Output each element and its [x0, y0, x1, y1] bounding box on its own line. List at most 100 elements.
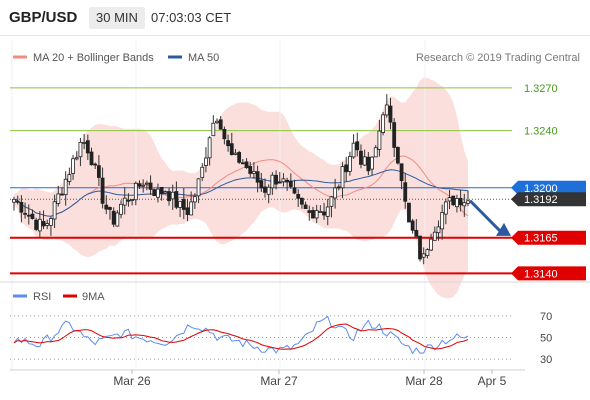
candle-body-down	[303, 204, 308, 210]
candle-body-down	[126, 199, 131, 202]
candle-body-down	[403, 182, 408, 202]
candle-body-down	[311, 210, 315, 219]
candle-body-up	[466, 200, 470, 204]
rsi-tick-label: 70	[540, 311, 552, 323]
candle-body-down	[388, 105, 393, 123]
candle-body-down	[395, 146, 400, 164]
candle-body-down	[148, 182, 153, 190]
x-axis: Mar 26 Mar 27 Mar 28 Apr 5	[113, 370, 507, 388]
candle	[152, 188, 157, 197]
candle-body-down	[300, 197, 304, 205]
candle-body-down	[100, 177, 105, 204]
candle	[395, 146, 400, 165]
candle-body-up	[192, 196, 197, 203]
support-label: 1.3165	[524, 233, 558, 245]
candle-body-down	[407, 202, 411, 223]
candle-body-up	[351, 142, 356, 158]
candle-body-up	[130, 199, 135, 201]
candle-body-down	[137, 183, 142, 187]
candle-body-up	[447, 197, 452, 202]
candle-body-down	[288, 180, 293, 187]
candle-body-down	[23, 212, 27, 215]
candle-body-up	[270, 174, 275, 189]
candle-body-up	[333, 187, 338, 199]
candle	[384, 94, 389, 118]
resistance-label: 1.3270	[524, 83, 558, 95]
candle-body-up	[281, 178, 286, 183]
candle-body-down	[181, 198, 186, 210]
candle-body-down	[336, 186, 341, 189]
candle-body-up	[325, 206, 330, 217]
candle	[351, 134, 356, 159]
candle-body-down	[277, 181, 282, 184]
legend-rsi-label: RSI	[33, 291, 51, 303]
candle-body-up	[156, 188, 160, 198]
candle-body-up	[144, 182, 149, 185]
candle-body-down	[344, 164, 349, 173]
candle-body-up	[462, 202, 467, 207]
candle-body-up	[74, 157, 79, 160]
candle	[410, 218, 415, 234]
candle-body-down	[104, 204, 109, 210]
candle-body-down	[167, 191, 171, 202]
forecast-arrow-shaft	[468, 199, 502, 232]
candle-body-up	[82, 142, 87, 144]
candle-body-up	[329, 196, 334, 207]
price-chart[interactable]: 1.32701.32401.32001.31921.31651.3140 MA …	[0, 0, 590, 400]
candle-body-up	[12, 198, 16, 203]
candle	[418, 235, 422, 262]
candle-body-down	[255, 171, 260, 183]
candle-body-up	[211, 122, 216, 137]
candle-body-up	[377, 130, 382, 150]
legend-bb-label: MA 20 + Bollinger Bands	[33, 52, 154, 64]
candle-body-up	[362, 156, 367, 166]
rsi-9ma-line	[13, 323, 469, 350]
legend-9ma-label: 9MA	[82, 291, 105, 303]
candle-body-up	[455, 198, 459, 208]
candle-body-up	[67, 174, 72, 182]
candle-body-up	[318, 210, 323, 213]
candle-body-down	[60, 193, 64, 196]
candle-body-down	[414, 230, 419, 237]
candle-body-down	[259, 180, 264, 189]
last-price-label: 1.3192	[524, 194, 558, 206]
candle-body-down	[392, 122, 397, 148]
rsi-panel: 70 50 30	[10, 311, 552, 366]
rsi-tick-label: 50	[540, 333, 552, 345]
candle-body-up	[141, 184, 146, 187]
candle-body-up	[215, 120, 219, 124]
candle-body-down	[244, 161, 249, 169]
candle-body-down	[359, 150, 363, 165]
candle	[211, 115, 216, 137]
candle-body-down	[451, 195, 456, 206]
candle-body-up	[207, 137, 212, 159]
candle-body-down	[322, 211, 326, 216]
candle-body-up	[78, 141, 83, 158]
resistance-label: 1.3240	[524, 126, 558, 138]
candle-body-up	[266, 186, 271, 195]
candle-body-up	[440, 212, 445, 230]
candle-body-down	[30, 213, 35, 219]
x-axis-label: Mar 28	[405, 374, 443, 388]
price-legend: MA 20 + Bollinger Bands MA 50 Research ©…	[13, 52, 580, 64]
candle-body-up	[370, 156, 374, 170]
x-axis-label: Apr 5	[478, 374, 507, 388]
candle-body-up	[200, 166, 205, 179]
candle	[115, 210, 120, 227]
candle-body-down	[89, 151, 94, 166]
forecast-arrow	[468, 199, 511, 236]
candle-body-down	[292, 187, 297, 194]
candle-body-up	[45, 223, 50, 226]
candle-body-down	[85, 140, 90, 154]
candle-body-down	[263, 186, 267, 193]
candle-body-up	[384, 104, 389, 116]
candle	[237, 150, 242, 165]
candle-body-down	[285, 179, 290, 183]
rsi-tick-label: 30	[540, 354, 552, 366]
candle-body-up	[252, 170, 256, 174]
candle-body-up	[421, 253, 426, 258]
candle-body-down	[274, 174, 278, 185]
legend-ma50-label: MA 50	[188, 52, 219, 64]
candle-body-up	[373, 147, 378, 158]
candle-body-up	[163, 191, 168, 194]
